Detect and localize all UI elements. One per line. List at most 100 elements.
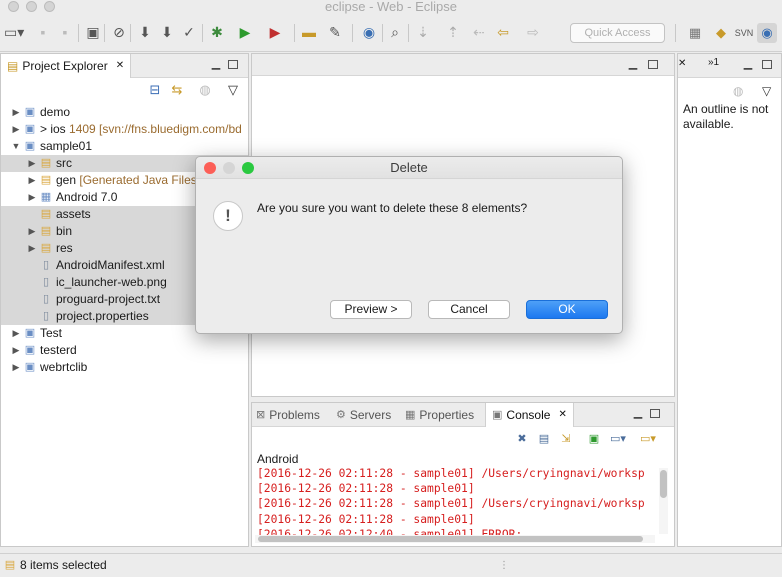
open-type-icon[interactable]: ✎ <box>326 24 344 41</box>
file-icon: ▯ <box>42 259 50 271</box>
close-icon[interactable]: ✕ <box>116 54 124 78</box>
filters-icon[interactable]: ◍ <box>197 82 213 98</box>
collapsed-chevron-icon[interactable]: ▶ <box>11 342 21 359</box>
ok-button[interactable]: OK <box>526 300 608 319</box>
lint-icon[interactable]: ✓ <box>180 24 198 41</box>
folder-icon: ▤ <box>40 242 52 254</box>
maximize-view-icon[interactable] <box>762 60 772 69</box>
run-icon[interactable]: ▶ <box>236 24 254 41</box>
tab-problems[interactable]: ⊠ Problems <box>256 403 320 427</box>
open-console-icon[interactable]: ▭▾ <box>640 432 656 446</box>
folder-icon: ▤ <box>40 174 52 186</box>
collapsed-chevron-icon[interactable]: ▶ <box>11 121 21 138</box>
console-vertical-scrollbar[interactable] <box>659 468 668 534</box>
tree-item[interactable]: ▶ ▣ testerd <box>1 342 248 359</box>
external-tools-icon[interactable]: ▶ <box>266 24 284 41</box>
skip-breakpoints-icon[interactable]: ⊘ <box>110 24 128 41</box>
tree-item-label: bin <box>56 224 73 238</box>
tab-project-explorer[interactable]: ▤ Project Explorer ✕ <box>1 54 132 78</box>
tree-item[interactable]: ▶ ▣ demo <box>1 104 248 121</box>
tree-item-label: proguard-project.txt <box>56 292 161 306</box>
project-icon: ▣ <box>24 140 36 152</box>
scroll-lock-icon[interactable]: ▤ <box>536 432 552 446</box>
collapse-all-icon[interactable]: ⊟ <box>147 82 163 98</box>
delete-dialog: Delete ! Are you sure you want to delete… <box>195 156 623 334</box>
prev-annotation-icon[interactable]: ⇡ <box>444 24 462 41</box>
tab-properties[interactable]: ▦ Properties <box>405 403 474 427</box>
collapsed-chevron-icon[interactable]: ▶ <box>11 359 21 376</box>
console-horizontal-scrollbar[interactable] <box>255 535 655 543</box>
console-line: [2016-12-26 02:11:28 - sample01] <box>257 512 475 526</box>
view-overflow-tab[interactable]: »1 <box>708 57 719 68</box>
maximize-view-icon[interactable] <box>650 409 660 418</box>
last-edit-icon[interactable]: ⇠ <box>470 24 488 41</box>
view-menu-icon[interactable]: ▽ <box>762 84 771 98</box>
search-icon[interactable]: ⌕ <box>386 24 404 41</box>
collapsed-chevron-icon[interactable]: ▶ <box>11 325 21 342</box>
next-annotation-icon[interactable]: ⇣ <box>414 24 432 41</box>
minimize-view-icon[interactable]: ▁ <box>632 407 644 419</box>
collapsed-chevron-icon[interactable]: ▶ <box>27 172 37 189</box>
maximize-view-icon[interactable] <box>228 60 238 69</box>
tree-item-label: res <box>56 241 73 255</box>
status-bar: ▤ 8 items selected ⋮ <box>0 553 782 577</box>
svn-perspective-icon[interactable]: SVN <box>734 23 754 43</box>
tree-item-label: project.properties <box>56 309 149 323</box>
tree-item-label: sample01 <box>40 139 93 153</box>
save-all-icon[interactable]: ▪ <box>56 24 74 41</box>
clear-console-icon[interactable]: ✖ <box>514 432 530 446</box>
tab-console[interactable]: ▣ Console ✕ <box>485 403 574 427</box>
tree-item[interactable]: ▶ ▣ > ios 1409 [svn://fns.bluedigm.com/bd <box>1 121 248 138</box>
collapsed-chevron-icon[interactable]: ▶ <box>27 240 37 257</box>
open-folder-icon[interactable]: ▬ <box>300 24 318 41</box>
android-sdk-manager-icon[interactable]: ⬇ <box>136 24 154 41</box>
cancel-button[interactable]: Cancel <box>428 300 510 319</box>
collapsed-chevron-icon[interactable]: ▶ <box>11 104 21 121</box>
minimize-view-icon[interactable]: ▁ <box>742 58 754 70</box>
back-icon[interactable]: ⇦ <box>494 24 512 41</box>
debug-icon[interactable]: ✱ <box>208 24 226 41</box>
file-icon: ▯ <box>42 310 50 322</box>
close-icon[interactable]: ✕ <box>558 403 566 427</box>
link-with-editor-icon[interactable]: ⇆ <box>169 82 185 98</box>
tree-item-label: gen <box>56 173 77 187</box>
collapsed-chevron-icon[interactable]: ▶ <box>27 155 37 172</box>
view-menu-icon[interactable]: ▽ <box>225 82 241 98</box>
collapsed-chevron-icon[interactable]: ▶ <box>27 223 37 240</box>
console-view: ▁ ⊠ Problems ⚙ Servers ▦ Properties ▣ Console ✕ … <box>251 402 675 547</box>
tab-servers[interactable]: ⚙ Servers <box>336 403 391 427</box>
show-console-icon[interactable]: ⇲ <box>558 432 574 446</box>
file-icon: ▯ <box>42 293 50 305</box>
open-perspective-icon[interactable]: ▦ <box>685 23 705 43</box>
close-icon[interactable]: ✕ <box>678 58 686 69</box>
save-icon[interactable]: ▪ <box>34 24 52 41</box>
globe-icon[interactable]: ◉ <box>360 24 378 41</box>
preview-button[interactable]: Preview > <box>330 300 412 319</box>
minimize-view-icon[interactable]: ▁ <box>210 58 222 70</box>
display-console-icon[interactable]: ▭▾ <box>610 432 626 446</box>
terminal-icon[interactable]: ▣ <box>84 24 102 41</box>
avd-manager-icon[interactable]: ⬇ <box>158 24 176 41</box>
window-titlebar: eclipse - Web - Eclipse <box>0 0 782 14</box>
console-line: [2016-12-26 02:11:28 - sample01] /Users/… <box>257 467 645 480</box>
dialog-title: Delete <box>390 160 428 175</box>
pin-console-icon[interactable]: ▣ <box>586 432 602 446</box>
minimize-editor-icon[interactable]: ▁ <box>627 58 639 70</box>
quick-access-input[interactable]: Quick Access <box>570 23 665 43</box>
maximize-editor-icon[interactable] <box>648 60 658 69</box>
new-icon[interactable]: ▭▾ <box>4 24 24 41</box>
tree-item[interactable]: ▶ ▣ webrtclib <box>1 359 248 376</box>
project-icon: ▣ <box>24 106 36 118</box>
java-perspective-icon[interactable]: ◆ <box>711 23 731 43</box>
expanded-chevron-icon[interactable]: ▼ <box>11 138 21 155</box>
web-perspective-icon[interactable]: ◉ <box>757 23 777 43</box>
collapsed-chevron-icon[interactable]: ▶ <box>27 189 37 206</box>
tree-item[interactable]: ▼ ▣ sample01 <box>1 138 248 155</box>
console-output: [2016-12-26 02:11:28 - sample01] /Users/… <box>257 466 657 536</box>
status-grip-icon[interactable]: ⋮ <box>499 560 509 571</box>
tree-item-label: ic_launcher-web.png <box>56 275 167 289</box>
forward-icon[interactable]: ⇨ <box>524 24 542 41</box>
selection-icon: ▤ <box>4 559 16 571</box>
project-icon: ▣ <box>24 123 36 135</box>
filters-icon[interactable]: ◍ <box>733 84 743 98</box>
